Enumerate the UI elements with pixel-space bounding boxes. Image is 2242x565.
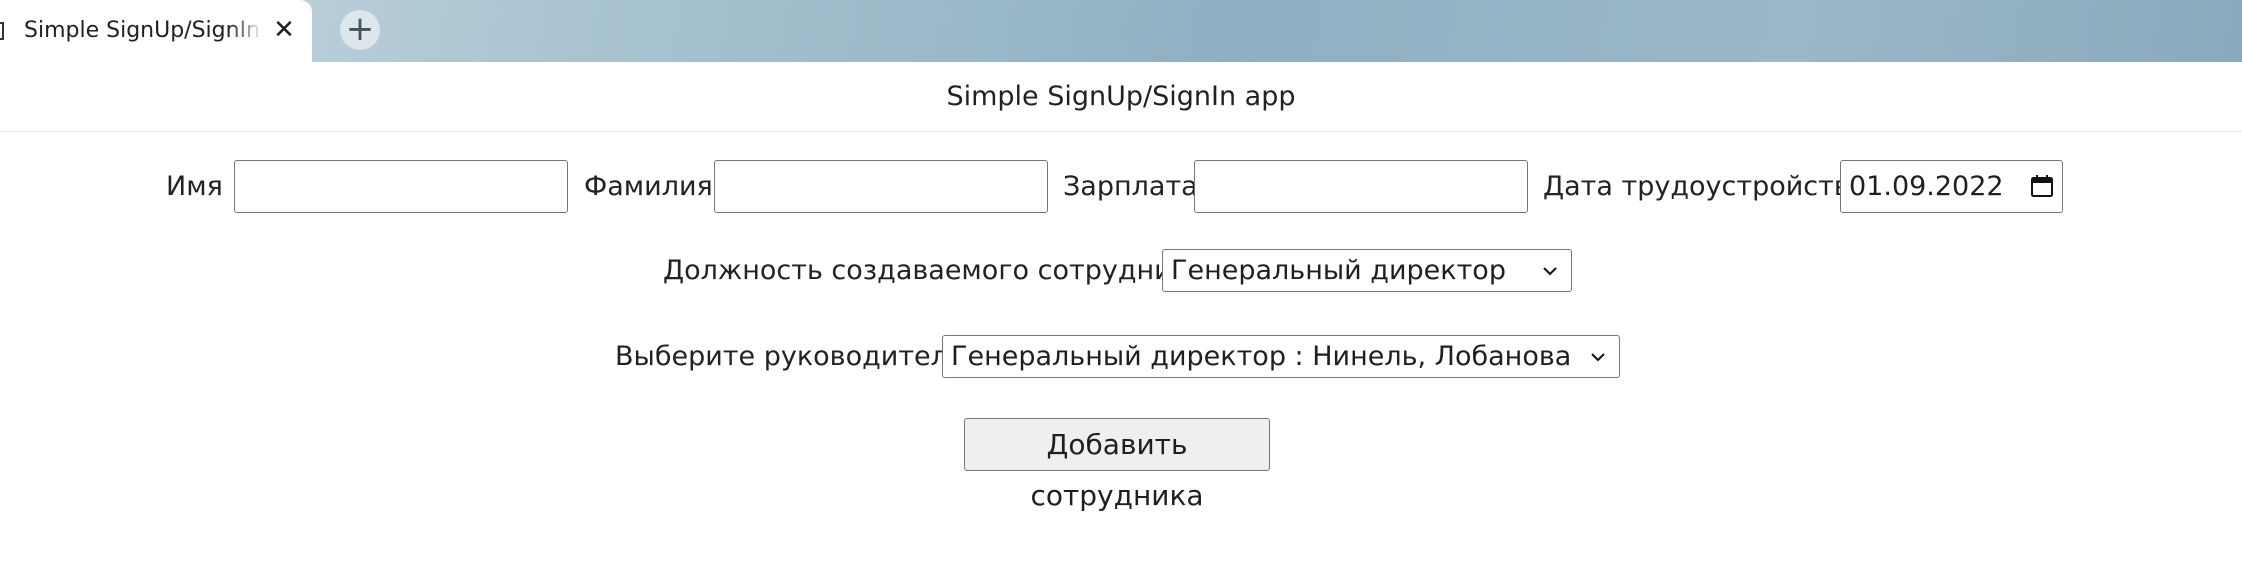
last-name-input[interactable] [714,160,1048,213]
position-selected-value: Генеральный директор [1171,255,1506,286]
first-name-label: Имя [166,171,223,202]
manager-select[interactable]: Генеральный директор : Нинель, Лобанова [942,335,1620,378]
position-select[interactable]: Генеральный директор [1162,249,1572,292]
browser-tab[interactable]: Simple SignUp/SignIn app ✕ [0,0,312,62]
new-tab-button[interactable]: + [340,10,380,50]
first-name-input[interactable] [234,160,568,213]
last-name-label: Фамилия [584,171,713,202]
salary-label: Зарплата [1063,171,1198,202]
chevron-down-icon [1543,267,1557,276]
hire-date-value: 01.09.2022 [1849,171,2004,202]
chevron-down-icon [1591,353,1605,362]
tab-title: Simple SignUp/SignIn app [24,18,264,43]
hire-date-label: Дата трудоустройства [1543,171,1867,202]
manager-selected-value: Генеральный директор : Нинель, Лобанова [951,341,1572,372]
favicon-icon [0,22,4,40]
browser-tab-strip: Simple SignUp/SignIn app ✕ + [0,0,2242,62]
page-title: Simple SignUp/SignIn app [0,62,2242,132]
position-label: Должность создаваемого сотрудника [663,255,1205,286]
calendar-icon[interactable] [2030,174,2054,198]
plus-icon: + [345,9,375,49]
manager-label: Выберите руководителя [615,341,965,372]
close-icon[interactable]: ✕ [271,17,297,43]
add-employee-button[interactable]: Добавить сотрудника [964,418,1270,512]
salary-input[interactable] [1194,160,1528,213]
hire-date-input[interactable]: 01.09.2022 [1840,160,2063,213]
